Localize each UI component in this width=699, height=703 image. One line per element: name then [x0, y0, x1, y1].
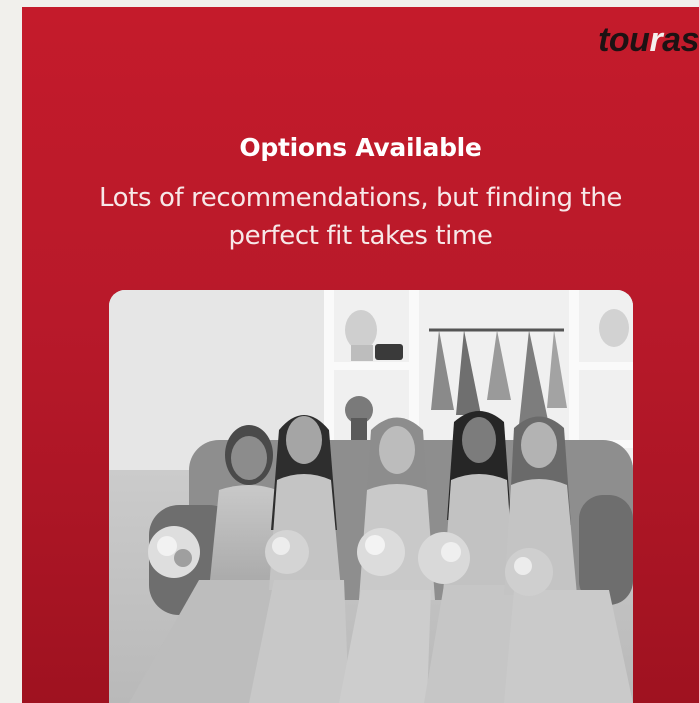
- headline: Options Available: [239, 133, 482, 162]
- logo-text-end: as: [662, 21, 699, 59]
- logo-text-accent: r: [649, 21, 663, 59]
- promo-card: touras Options Available Lots of recomme…: [22, 7, 699, 703]
- touras-logo: touras: [598, 21, 699, 60]
- subheadline: Lots of recommendations, but finding the…: [99, 183, 622, 251]
- bridesmaids-illustration: [109, 290, 633, 703]
- bridesmaids-photo: [109, 290, 633, 703]
- logo-text-start: tou: [598, 21, 650, 59]
